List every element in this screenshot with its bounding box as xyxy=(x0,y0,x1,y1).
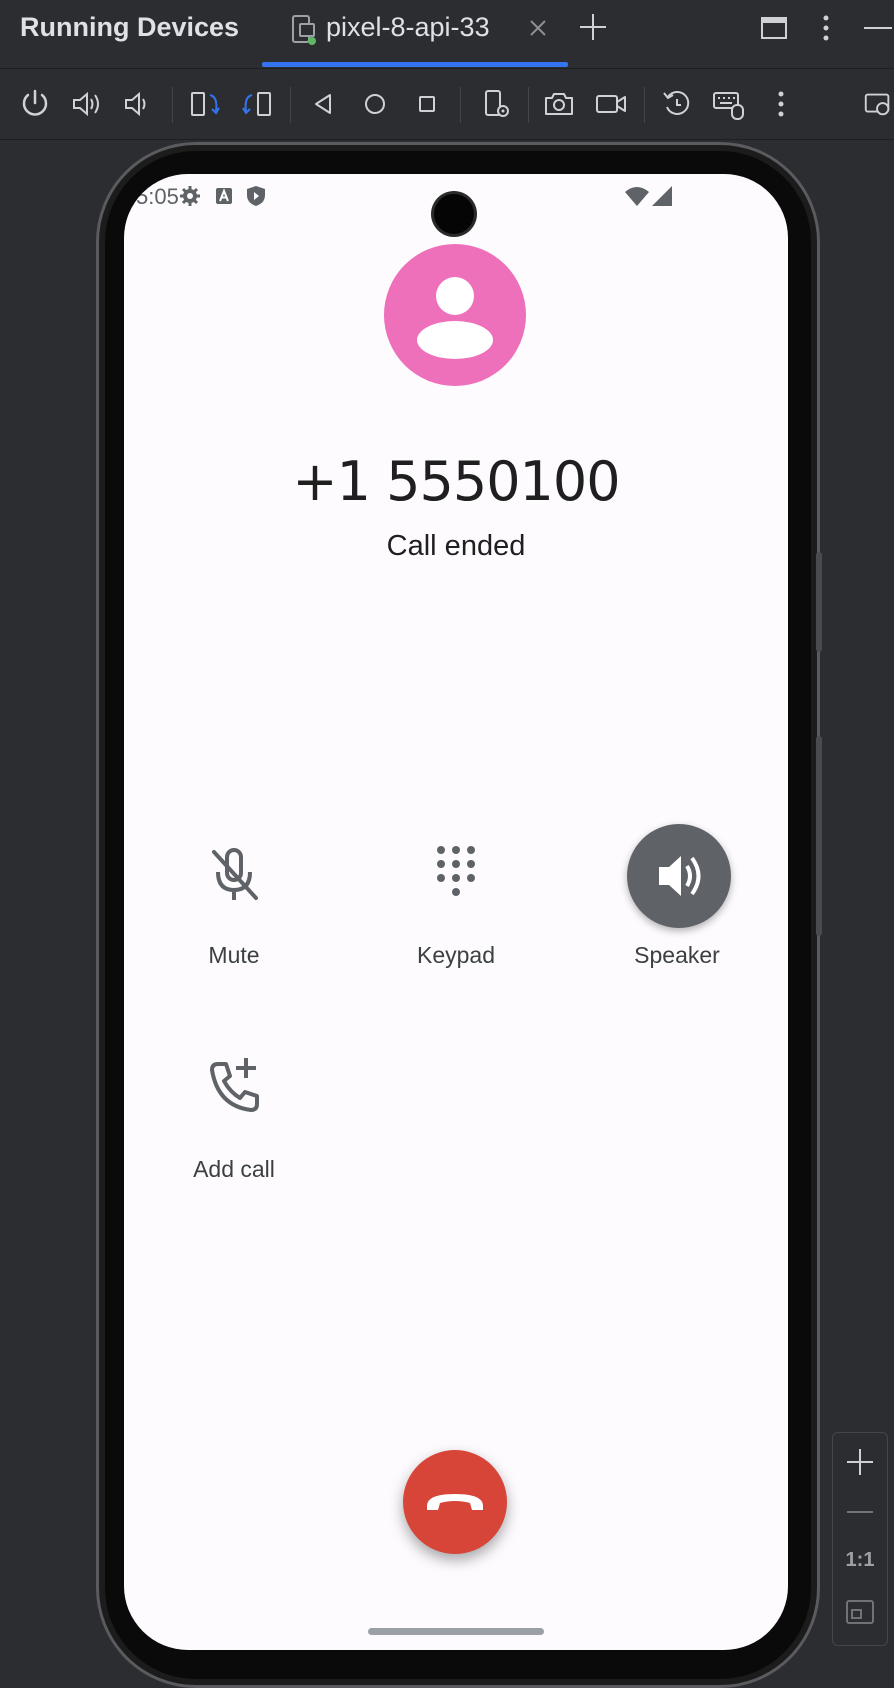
wifi-icon xyxy=(625,187,649,206)
add-call-label: Add call xyxy=(193,1156,275,1182)
back-icon[interactable] xyxy=(306,87,340,121)
zoom-in-icon[interactable] xyxy=(841,1443,879,1481)
speaker-icon xyxy=(659,856,701,896)
device-mirror-icon[interactable] xyxy=(862,87,894,121)
device-settings-icon[interactable] xyxy=(480,87,514,121)
device-tab-icon xyxy=(292,15,316,45)
dialpad-icon xyxy=(437,846,475,896)
toolbar-separator xyxy=(172,87,173,123)
power-icon[interactable] xyxy=(18,87,52,121)
phone-volume-button xyxy=(816,736,822,936)
close-tab-icon[interactable] xyxy=(526,16,550,40)
person-icon xyxy=(417,277,493,359)
call-status: Call ended xyxy=(386,530,526,562)
overview-icon[interactable] xyxy=(410,87,444,121)
phone-power-button xyxy=(816,552,822,652)
home-icon[interactable] xyxy=(358,87,392,121)
cellular-signal-icon xyxy=(652,186,672,206)
layout-icon[interactable] xyxy=(758,12,790,44)
settings-gear-icon xyxy=(180,186,200,206)
title-bar: Running Devices pixel-8-api-33 xyxy=(0,0,894,69)
zoom-panel: 1:1 xyxy=(832,1432,888,1646)
zoom-actual-size-button[interactable]: 1:1 xyxy=(833,1549,887,1572)
fit-screen-icon[interactable] xyxy=(841,1593,879,1631)
keyboard-mouse-icon[interactable] xyxy=(712,87,746,121)
reset-icon[interactable] xyxy=(660,87,694,121)
volume-down-icon[interactable] xyxy=(120,87,154,121)
add-tab-icon[interactable] xyxy=(578,12,608,42)
phone-screen[interactable]: 5:05 +1 5550100 Call ended Mute Keypad S… xyxy=(124,174,788,1650)
tab-label: pixel-8-api-33 xyxy=(326,12,490,42)
end-call-icon xyxy=(427,1494,483,1510)
front-camera xyxy=(434,194,474,234)
mic-off-icon xyxy=(212,848,258,900)
speaker-label: Speaker xyxy=(634,942,720,968)
end-call-button[interactable] xyxy=(403,1450,507,1554)
gesture-home-bar[interactable] xyxy=(368,1628,544,1635)
rotate-left-icon[interactable] xyxy=(188,87,222,121)
mute-button[interactable]: Mute xyxy=(144,814,324,969)
device-toolbar xyxy=(0,69,894,140)
zoom-out-icon[interactable] xyxy=(841,1493,879,1531)
speaker-button[interactable]: Speaker xyxy=(587,814,767,969)
volume-up-icon[interactable] xyxy=(70,87,104,121)
active-tab-indicator xyxy=(262,62,568,67)
keypad-label: Keypad xyxy=(416,942,495,968)
toolbar-separator xyxy=(528,87,529,123)
accessibility-a-icon xyxy=(216,188,232,204)
toolbar-separator xyxy=(290,87,291,123)
caller-number: +1 5550100 xyxy=(292,450,620,513)
minimize-icon[interactable] xyxy=(860,12,892,44)
window-title: Running Devices xyxy=(20,12,240,42)
contact-avatar xyxy=(384,244,526,386)
status-time: 5:05 xyxy=(136,184,179,209)
keypad-button[interactable]: Keypad xyxy=(366,814,546,969)
more-icon[interactable] xyxy=(764,87,798,121)
screenshot-icon[interactable] xyxy=(542,87,576,121)
mute-label: Mute xyxy=(208,942,260,968)
rotate-right-icon[interactable] xyxy=(240,87,274,121)
toolbar-separator xyxy=(644,87,645,123)
toolbar-separator xyxy=(460,87,461,123)
add-call-icon xyxy=(210,1058,259,1112)
screen-record-icon[interactable] xyxy=(594,87,628,121)
more-vertical-icon[interactable] xyxy=(810,12,842,44)
add-call-button[interactable]: Add call xyxy=(144,1028,324,1183)
play-protect-icon xyxy=(247,186,265,206)
